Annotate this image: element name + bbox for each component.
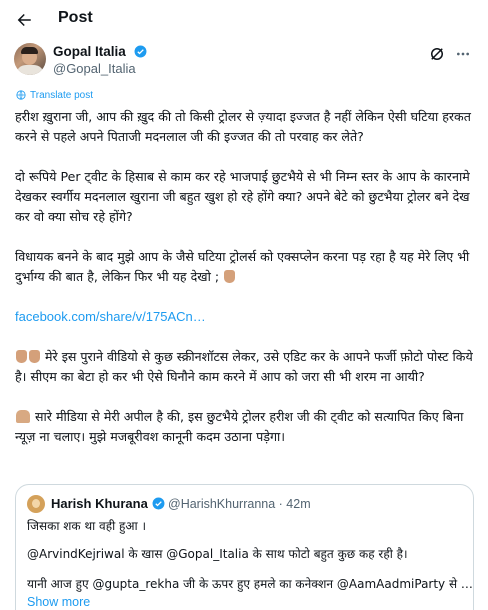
- page-title: Post: [58, 9, 93, 26]
- more-button[interactable]: [454, 45, 472, 63]
- quoted-avatar[interactable]: [27, 495, 45, 513]
- post-paragraph: मेरे इस पुराने वीडियो से कुछ स्क्रीनशॉटस…: [15, 347, 475, 387]
- quoted-author-name[interactable]: Harish Khurana: [51, 496, 148, 511]
- post-paragraph-text: सारे मीडिया से मेरी अपील है की, इस छुटभै…: [15, 409, 464, 444]
- verified-badge-icon: [152, 497, 165, 510]
- show-more-link[interactable]: Show more: [27, 595, 90, 609]
- post-link[interactable]: facebook.com/share/v/175ACn…: [15, 309, 206, 324]
- backhand-index-pointing-down-emoji: [16, 350, 27, 363]
- post-author: Gopal Italia @Gopal_Italia: [14, 43, 476, 77]
- quoted-author-handle[interactable]: @HarishKhurranna · 42m: [168, 497, 311, 511]
- translate-post-button[interactable]: Translate post: [16, 88, 93, 102]
- back-button[interactable]: [12, 8, 36, 32]
- post-paragraph: विधायक बनने के बाद मुझे आप के जैसे घटिया…: [15, 247, 475, 287]
- author-handle[interactable]: @Gopal_Italia: [53, 61, 136, 76]
- arrow-left-icon: [17, 14, 31, 26]
- backhand-index-pointing-down-emoji: [224, 270, 236, 283]
- post-link-line: facebook.com/share/v/175ACn…: [15, 307, 475, 327]
- quoted-text-line: यानी आज हुए @gupta_rekha जी के ऊपर हुए ह…: [27, 577, 473, 591]
- post-paragraph: हरीश ख़ुराना जी, आप की ख़ुद की तो किसी ट…: [15, 109, 471, 144]
- post-paragraph: सारे मीडिया से मेरी अपील है की, इस छुटभै…: [15, 407, 475, 447]
- quoted-text-line: जिसका शक था वही हुआ ।: [27, 519, 147, 533]
- translate-label: Translate post: [30, 89, 93, 101]
- verified-badge-icon: [134, 45, 147, 58]
- folded-hands-emoji: [16, 410, 30, 423]
- author-name[interactable]: Gopal Italia: [53, 44, 126, 59]
- quoted-post[interactable]: Harish Khurana @HarishKhurranna · 42m जि…: [15, 484, 474, 610]
- top-bar: Post: [0, 0, 488, 40]
- post-paragraph-text: विधायक बनने के बाद मुझे आप के जैसे घटिया…: [15, 249, 470, 284]
- grok-icon[interactable]: [428, 45, 446, 63]
- avatar[interactable]: [14, 43, 46, 75]
- quoted-text-line: @ArvindKejriwal के खास @Gopal_Italia के …: [27, 547, 408, 561]
- backhand-index-pointing-down-emoji: [29, 350, 40, 363]
- globe-icon: [16, 90, 26, 100]
- post-paragraph-text: मेरे इस पुराने वीडियो से कुछ स्क्रीनशॉटस…: [15, 349, 473, 384]
- post-paragraph: दो रूपिये Per ट्वीट के हिसाब से काम कर र…: [15, 169, 470, 224]
- post-text: हरीश ख़ुराना जी, आप की ख़ुद की तो किसी ट…: [15, 107, 475, 447]
- more-horizontal-icon: [457, 52, 469, 56]
